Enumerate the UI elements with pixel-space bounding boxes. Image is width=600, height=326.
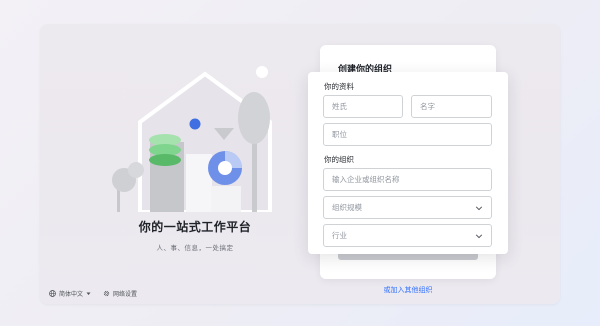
- chevron-down-icon: [475, 205, 483, 210]
- org-size-select[interactable]: 组织规模: [323, 196, 492, 219]
- job-title-field[interactable]: 职位: [323, 123, 492, 146]
- hero-subline: 人、事、信息，一处搞定: [156, 244, 234, 252]
- surname-field[interactable]: 姓氏: [323, 95, 403, 118]
- given-name-field[interactable]: 名字: [411, 95, 492, 118]
- surname-placeholder: 姓氏: [332, 102, 347, 111]
- submit-button[interactable]: [338, 254, 478, 260]
- language-label: 简体中文: [59, 291, 84, 298]
- given-name-placeholder: 名字: [420, 102, 435, 111]
- org-size-placeholder: 组织规模: [332, 203, 362, 212]
- globe-icon: [49, 290, 56, 297]
- hero-tagline: 你的一站式工作平台: [138, 220, 252, 234]
- chevron-down-icon: [475, 233, 483, 238]
- industry-placeholder: 行业: [332, 231, 347, 240]
- hero-illustration: [112, 66, 272, 212]
- job-title-placeholder: 职位: [332, 130, 347, 139]
- network-settings-label: 网络设置: [113, 291, 138, 298]
- network-settings-button[interactable]: 网络设置: [103, 289, 137, 298]
- language-selector[interactable]: 简体中文: [49, 289, 91, 298]
- gear-icon: [103, 290, 110, 297]
- join-other-org-link[interactable]: 或加入其他组织: [320, 285, 496, 295]
- org-name-field[interactable]: 输入企业或组织名称: [323, 168, 492, 191]
- caret-down-icon: [86, 292, 91, 295]
- org-section-label: 你的组织: [324, 155, 354, 164]
- industry-select[interactable]: 行业: [323, 224, 492, 247]
- org-name-placeholder: 输入企业或组织名称: [332, 175, 400, 184]
- profile-section-label: 你的资料: [324, 82, 354, 91]
